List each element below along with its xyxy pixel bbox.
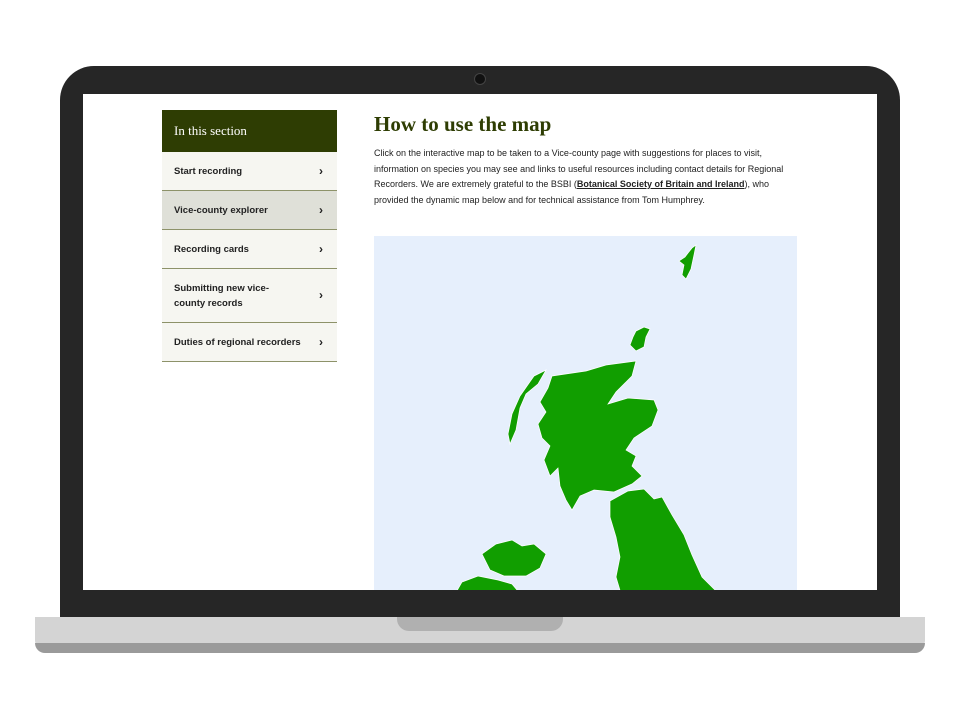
vice-county-map[interactable]	[374, 236, 797, 590]
screen: In this section Start recording › Vice-co…	[83, 94, 877, 590]
ireland[interactable]	[454, 575, 522, 590]
nav-item-label: Start recording	[174, 165, 243, 177]
section-nav-heading: In this section	[162, 110, 337, 152]
laptop-base-edge	[35, 643, 925, 653]
nav-item-recording-cards[interactable]: Recording cards ›	[162, 230, 337, 269]
camera-icon	[474, 73, 486, 85]
intro-text: Click on the interactive map to be taken…	[374, 146, 794, 208]
page-title: How to use the map	[374, 112, 552, 136]
orkney[interactable]	[629, 326, 651, 352]
nav-item-vice-county-explorer[interactable]: Vice-county explorer ›	[162, 191, 337, 230]
nav-item-start-recording[interactable]: Start recording ›	[162, 152, 337, 191]
scotland[interactable]	[537, 360, 659, 511]
chevron-right-icon: ›	[319, 203, 323, 217]
nav-item-duties[interactable]: Duties of regional recorders ›	[162, 323, 337, 362]
chevron-right-icon: ›	[319, 288, 323, 302]
nav-item-label: Vice-county explorer	[174, 204, 268, 216]
nav-item-label: Recording cards	[174, 243, 249, 255]
northern-ireland[interactable]	[481, 539, 547, 577]
bsbi-link[interactable]: Botanical Society of Britain and Ireland	[577, 179, 745, 189]
chevron-right-icon: ›	[319, 335, 323, 349]
chevron-right-icon: ›	[319, 164, 323, 178]
laptop-notch	[397, 617, 563, 631]
nav-item-label: Submitting new vice-county records	[174, 282, 270, 309]
map-svg	[454, 244, 722, 590]
chevron-right-icon: ›	[319, 242, 323, 256]
nav-item-submitting-records[interactable]: Submitting new vice-county records ›	[162, 269, 337, 323]
section-nav: In this section Start recording › Vice-co…	[162, 110, 337, 362]
england[interactable]	[609, 488, 722, 590]
nav-item-label: Duties of regional recorders	[174, 336, 301, 348]
shetland[interactable]	[678, 244, 697, 280]
